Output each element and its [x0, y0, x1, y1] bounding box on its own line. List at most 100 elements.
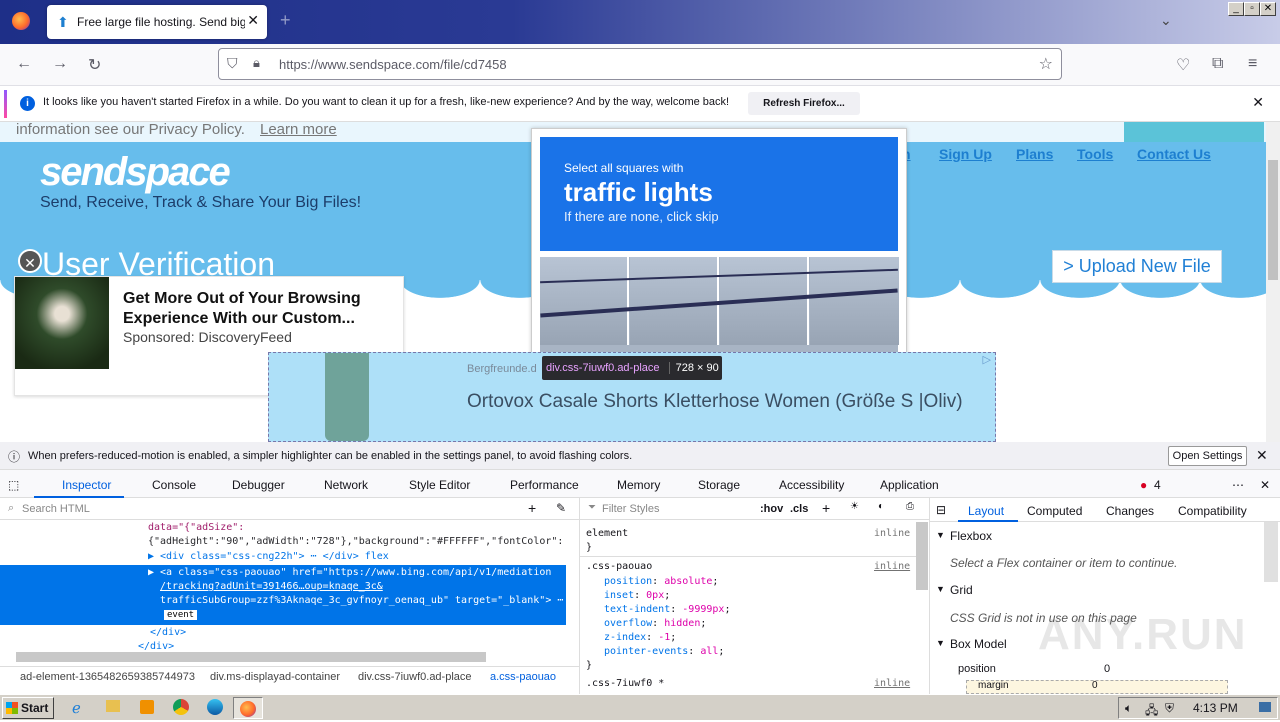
add-rule-icon[interactable]: + — [822, 500, 830, 516]
markup-line[interactable]: </div> — [150, 627, 186, 638]
event-badge[interactable]: event — [164, 610, 198, 620]
layout-scrollbar[interactable] — [1264, 522, 1278, 582]
open-settings-button[interactable]: Open Settings — [1168, 446, 1247, 466]
tab-accessibility[interactable]: Accessibility — [779, 478, 844, 492]
cls-toggle[interactable]: .cls — [790, 503, 808, 515]
media-player-icon[interactable] — [140, 700, 154, 714]
grid-toggle[interactable]: ▼ — [936, 584, 945, 594]
firefox-task-button[interactable] — [233, 697, 263, 719]
explorer-icon[interactable] — [106, 700, 120, 712]
close-notice-icon[interactable]: ✕ — [1252, 94, 1264, 111]
new-tab-icon[interactable]: + — [280, 10, 291, 31]
html-hscroll[interactable] — [16, 652, 486, 662]
shield-tray-icon[interactable]: ⛨ — [1165, 701, 1174, 716]
page-scrollbar[interactable] — [1266, 122, 1280, 442]
declaration[interactable]: position: absolute; — [604, 575, 730, 589]
tab-layout[interactable]: Layout — [968, 504, 1004, 518]
url-text[interactable]: https://www.sendspace.com/file/cd7458 — [279, 57, 507, 72]
declaration[interactable]: pointer-events: all; — [604, 645, 730, 659]
refresh-firefox-button[interactable]: Refresh Firefox... — [748, 92, 860, 115]
scroll-thumb[interactable] — [1268, 160, 1278, 280]
tab-computed[interactable]: Computed — [1027, 504, 1082, 518]
options-icon[interactable]: ⋯ — [1232, 478, 1244, 492]
hov-toggle[interactable]: :hov — [760, 503, 783, 515]
markup-line-selected[interactable]: /tracking?adUnit=391466…oup=knaqe_3c& — [160, 581, 383, 592]
rule-selector[interactable]: .css-paouao — [586, 561, 652, 572]
tab-application[interactable]: Application — [880, 478, 939, 492]
error-count[interactable]: 4 — [1154, 478, 1161, 492]
search-html-input[interactable]: Search HTML — [22, 503, 90, 515]
notification-tray-icon[interactable] — [1259, 702, 1271, 712]
upload-new-file-button[interactable]: > Upload New File — [1052, 250, 1222, 283]
breadcrumb-item[interactable]: ad-element-1365482659385744973 — [20, 671, 195, 683]
eyedropper-icon[interactable]: ✎ — [556, 501, 566, 515]
nav-link-plans[interactable]: Plans — [1016, 146, 1053, 162]
reload-icon[interactable]: ↻ — [88, 55, 101, 75]
captcha-tile[interactable] — [540, 257, 629, 345]
tab-performance[interactable]: Performance — [510, 478, 579, 492]
print-icon[interactable]: ⎙ — [906, 501, 914, 512]
markup-line-selected[interactable]: ▶ <a class="css-paouao" href="https://ww… — [148, 567, 551, 578]
markup-line[interactable]: </div> — [138, 641, 174, 652]
extensions-icon[interactable]: ⧉ — [1212, 55, 1223, 73]
ad1-title[interactable]: Get More Out of Your Browsing Experience… — [123, 289, 383, 329]
list-tabs-icon[interactable]: ⌄ — [1160, 12, 1172, 29]
breadcrumb-item[interactable]: div.css-7iuwf0.ad-place — [358, 671, 472, 683]
light-mode-icon[interactable]: ☀ — [850, 501, 859, 512]
lock-icon[interactable]: 🔒︎ — [253, 55, 260, 71]
close-motion-icon[interactable]: ✕ — [1256, 447, 1268, 464]
boxmodel-toggle[interactable]: ▼ — [936, 638, 945, 648]
declaration[interactable]: z-index: -1; — [604, 631, 730, 645]
tab-memory[interactable]: Memory — [617, 478, 660, 492]
forward-icon[interactable]: → — [52, 55, 68, 73]
close-tab-icon[interactable]: ✕ — [247, 12, 259, 29]
filter-styles-input[interactable]: Filter Styles — [602, 503, 659, 515]
element-rule[interactable]: element — [586, 528, 628, 539]
sidebar-toggle-icon[interactable]: ⊟ — [936, 503, 946, 517]
flexbox-heading[interactable]: Flexbox — [950, 529, 992, 543]
firefox-menu-icon[interactable] — [12, 12, 30, 30]
pick-element-icon[interactable]: ⬚ — [8, 478, 19, 492]
nav-link-signup[interactable]: Sign Up — [939, 146, 992, 162]
next-rule-source[interactable]: inline — [874, 678, 910, 689]
markup-line[interactable]: {"adHeight":"90","adWidth":"728"},"backg… — [148, 536, 563, 547]
inline-source[interactable]: inline — [874, 528, 910, 539]
chrome-icon[interactable] — [173, 699, 189, 715]
start-button[interactable]: Start — [2, 697, 54, 719]
clock[interactable]: 4:13 PM — [1193, 701, 1238, 715]
close-window-button[interactable]: ✕ — [1260, 2, 1276, 16]
margin-value[interactable]: 0 — [1092, 680, 1098, 691]
url-bar[interactable]: ⛉ 🔒︎ https://www.sendspace.com/file/cd74… — [218, 48, 1062, 80]
boxmodel-heading[interactable]: Box Model — [950, 637, 1007, 651]
close-ad-icon[interactable]: ✕ — [18, 249, 42, 273]
minimize-button[interactable]: _ — [1228, 2, 1244, 16]
volume-icon[interactable]: 🔈︎ — [1125, 701, 1132, 716]
nav-link-contact[interactable]: Contact Us — [1137, 146, 1211, 162]
declaration[interactable]: text-indent: -9999px; — [604, 603, 730, 617]
position-value[interactable]: 0 — [1104, 663, 1110, 675]
add-node-icon[interactable]: + — [528, 500, 536, 516]
tab-changes[interactable]: Changes — [1106, 504, 1154, 518]
flexbox-toggle[interactable]: ▼ — [936, 530, 945, 540]
declaration[interactable]: inset: 0px; — [604, 589, 730, 603]
dark-mode-icon[interactable]: ◐ — [878, 501, 884, 512]
tab-compatibility[interactable]: Compatibility — [1178, 504, 1247, 518]
error-icon[interactable]: ● — [1140, 478, 1147, 492]
close-devtools-icon[interactable]: ✕ — [1260, 478, 1270, 492]
tab-style-editor[interactable]: Style Editor — [409, 478, 470, 492]
rule-source[interactable]: inline — [874, 561, 910, 572]
maximize-button[interactable]: ▫ — [1244, 2, 1260, 16]
tab-network[interactable]: Network — [324, 478, 368, 492]
sendspace-logo[interactable]: sendspace — [40, 150, 231, 195]
app-menu-icon[interactable]: ≡ — [1248, 55, 1257, 73]
next-rule-selector[interactable]: .css-7iuwf0 * — [586, 678, 664, 689]
tab-inspector[interactable]: Inspector — [62, 478, 111, 492]
network-icon[interactable]: 🖧 — [1145, 701, 1158, 722]
markup-line-selected[interactable]: trafficSubGroup=zzf%3Aknaqe_3c_gvfnoyr_o… — [160, 595, 563, 606]
nav-link-tools[interactable]: Tools — [1077, 146, 1113, 162]
edge-icon[interactable] — [207, 699, 223, 715]
adchoices-icon[interactable]: ▷ — [983, 353, 991, 366]
grid-heading[interactable]: Grid — [950, 583, 973, 597]
ad2-title[interactable]: Ortovox Casale Shorts Kletterhose Women … — [467, 389, 967, 415]
bookmark-star-icon[interactable]: ☆ — [1039, 54, 1053, 74]
